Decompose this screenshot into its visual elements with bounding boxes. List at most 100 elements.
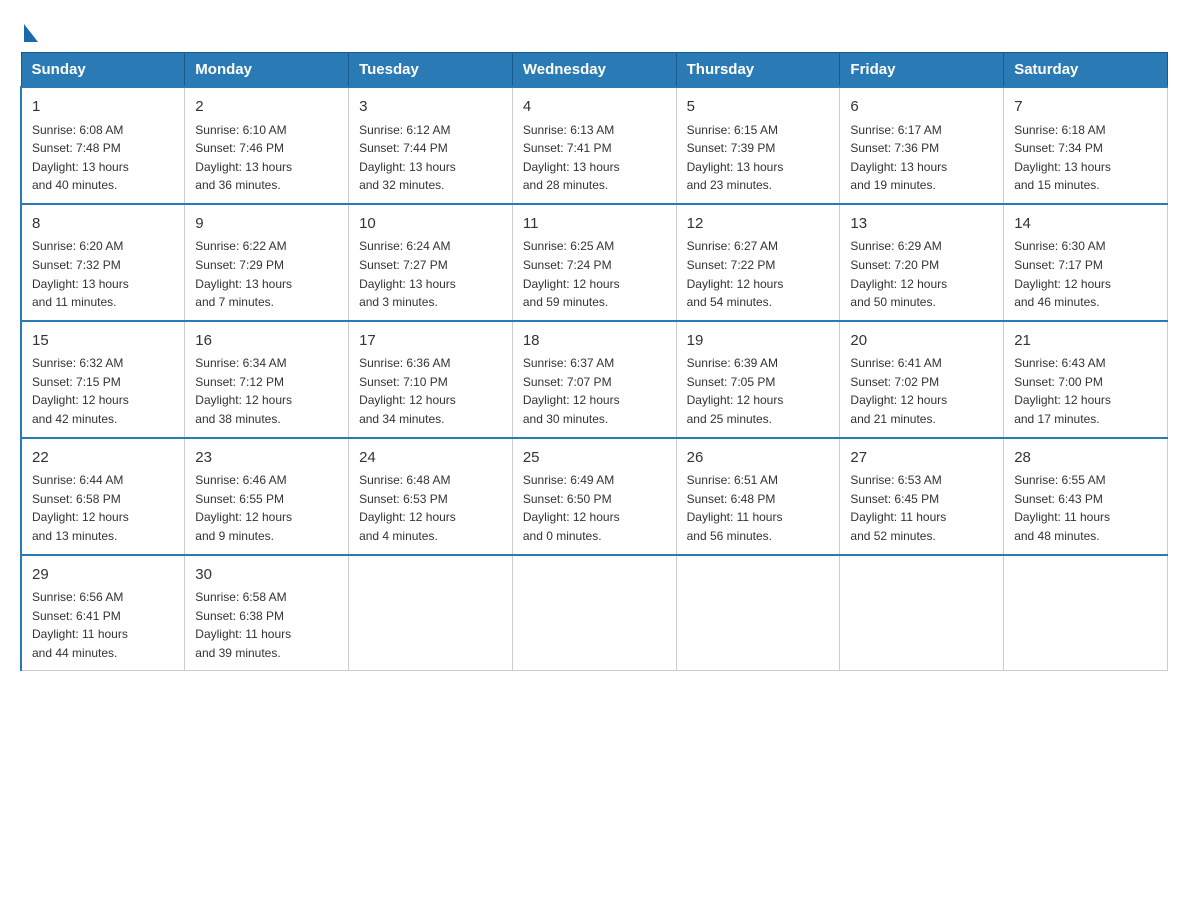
- calendar-week-row: 22 Sunrise: 6:44 AMSunset: 6:58 PMDaylig…: [21, 438, 1168, 555]
- day-number: 14: [1014, 213, 1157, 236]
- calendar-cell: 6 Sunrise: 6:17 AMSunset: 7:36 PMDayligh…: [840, 87, 1004, 204]
- calendar-cell: 23 Sunrise: 6:46 AMSunset: 6:55 PMDaylig…: [185, 438, 349, 555]
- day-number: 28: [1014, 447, 1157, 470]
- day-number: 15: [32, 330, 174, 353]
- calendar-cell: 22 Sunrise: 6:44 AMSunset: 6:58 PMDaylig…: [21, 438, 185, 555]
- day-info: Sunrise: 6:58 AMSunset: 6:38 PMDaylight:…: [195, 588, 338, 662]
- day-info: Sunrise: 6:13 AMSunset: 7:41 PMDaylight:…: [523, 121, 666, 195]
- calendar-cell: 24 Sunrise: 6:48 AMSunset: 6:53 PMDaylig…: [349, 438, 513, 555]
- day-info: Sunrise: 6:29 AMSunset: 7:20 PMDaylight:…: [850, 237, 993, 311]
- day-info: Sunrise: 6:48 AMSunset: 6:53 PMDaylight:…: [359, 471, 502, 545]
- calendar-cell: 20 Sunrise: 6:41 AMSunset: 7:02 PMDaylig…: [840, 321, 1004, 438]
- day-info: Sunrise: 6:12 AMSunset: 7:44 PMDaylight:…: [359, 121, 502, 195]
- day-number: 6: [850, 96, 993, 119]
- calendar-table: Sunday Monday Tuesday Wednesday Thursday…: [20, 52, 1168, 671]
- day-number: 24: [359, 447, 502, 470]
- day-number: 20: [850, 330, 993, 353]
- calendar-cell: [840, 555, 1004, 671]
- day-number: 23: [195, 447, 338, 470]
- calendar-cell: [676, 555, 840, 671]
- page-header: [20, 20, 1168, 42]
- day-info: Sunrise: 6:56 AMSunset: 6:41 PMDaylight:…: [32, 588, 174, 662]
- calendar-week-row: 8 Sunrise: 6:20 AMSunset: 7:32 PMDayligh…: [21, 204, 1168, 321]
- day-info: Sunrise: 6:51 AMSunset: 6:48 PMDaylight:…: [687, 471, 830, 545]
- col-saturday: Saturday: [1004, 53, 1168, 88]
- day-info: Sunrise: 6:43 AMSunset: 7:00 PMDaylight:…: [1014, 354, 1157, 428]
- calendar-cell: 3 Sunrise: 6:12 AMSunset: 7:44 PMDayligh…: [349, 87, 513, 204]
- day-number: 22: [32, 447, 174, 470]
- day-number: 19: [687, 330, 830, 353]
- day-number: 11: [523, 213, 666, 236]
- calendar-week-row: 29 Sunrise: 6:56 AMSunset: 6:41 PMDaylig…: [21, 555, 1168, 671]
- col-friday: Friday: [840, 53, 1004, 88]
- calendar-cell: 16 Sunrise: 6:34 AMSunset: 7:12 PMDaylig…: [185, 321, 349, 438]
- day-info: Sunrise: 6:25 AMSunset: 7:24 PMDaylight:…: [523, 237, 666, 311]
- calendar-cell: 14 Sunrise: 6:30 AMSunset: 7:17 PMDaylig…: [1004, 204, 1168, 321]
- day-number: 18: [523, 330, 666, 353]
- calendar-cell: 13 Sunrise: 6:29 AMSunset: 7:20 PMDaylig…: [840, 204, 1004, 321]
- day-number: 2: [195, 96, 338, 119]
- day-info: Sunrise: 6:32 AMSunset: 7:15 PMDaylight:…: [32, 354, 174, 428]
- calendar-cell: [512, 555, 676, 671]
- day-info: Sunrise: 6:24 AMSunset: 7:27 PMDaylight:…: [359, 237, 502, 311]
- logo-arrow-icon: [24, 24, 38, 42]
- day-info: Sunrise: 6:20 AMSunset: 7:32 PMDaylight:…: [32, 237, 174, 311]
- day-info: Sunrise: 6:41 AMSunset: 7:02 PMDaylight:…: [850, 354, 993, 428]
- day-info: Sunrise: 6:15 AMSunset: 7:39 PMDaylight:…: [687, 121, 830, 195]
- col-thursday: Thursday: [676, 53, 840, 88]
- day-info: Sunrise: 6:34 AMSunset: 7:12 PMDaylight:…: [195, 354, 338, 428]
- day-info: Sunrise: 6:46 AMSunset: 6:55 PMDaylight:…: [195, 471, 338, 545]
- day-info: Sunrise: 6:53 AMSunset: 6:45 PMDaylight:…: [850, 471, 993, 545]
- day-number: 26: [687, 447, 830, 470]
- calendar-cell: 27 Sunrise: 6:53 AMSunset: 6:45 PMDaylig…: [840, 438, 1004, 555]
- day-number: 12: [687, 213, 830, 236]
- day-number: 3: [359, 96, 502, 119]
- calendar-cell: 21 Sunrise: 6:43 AMSunset: 7:00 PMDaylig…: [1004, 321, 1168, 438]
- calendar-cell: 17 Sunrise: 6:36 AMSunset: 7:10 PMDaylig…: [349, 321, 513, 438]
- calendar-cell: 12 Sunrise: 6:27 AMSunset: 7:22 PMDaylig…: [676, 204, 840, 321]
- day-info: Sunrise: 6:08 AMSunset: 7:48 PMDaylight:…: [32, 121, 174, 195]
- calendar-cell: 28 Sunrise: 6:55 AMSunset: 6:43 PMDaylig…: [1004, 438, 1168, 555]
- calendar-cell: 15 Sunrise: 6:32 AMSunset: 7:15 PMDaylig…: [21, 321, 185, 438]
- calendar-header-row: Sunday Monday Tuesday Wednesday Thursday…: [21, 53, 1168, 88]
- day-number: 5: [687, 96, 830, 119]
- calendar-cell: 8 Sunrise: 6:20 AMSunset: 7:32 PMDayligh…: [21, 204, 185, 321]
- calendar-cell: 4 Sunrise: 6:13 AMSunset: 7:41 PMDayligh…: [512, 87, 676, 204]
- day-number: 10: [359, 213, 502, 236]
- col-sunday: Sunday: [21, 53, 185, 88]
- day-info: Sunrise: 6:18 AMSunset: 7:34 PMDaylight:…: [1014, 121, 1157, 195]
- day-info: Sunrise: 6:10 AMSunset: 7:46 PMDaylight:…: [195, 121, 338, 195]
- calendar-cell: 26 Sunrise: 6:51 AMSunset: 6:48 PMDaylig…: [676, 438, 840, 555]
- day-info: Sunrise: 6:30 AMSunset: 7:17 PMDaylight:…: [1014, 237, 1157, 311]
- calendar-cell: 11 Sunrise: 6:25 AMSunset: 7:24 PMDaylig…: [512, 204, 676, 321]
- day-number: 17: [359, 330, 502, 353]
- day-number: 1: [32, 96, 174, 119]
- day-info: Sunrise: 6:49 AMSunset: 6:50 PMDaylight:…: [523, 471, 666, 545]
- day-number: 8: [32, 213, 174, 236]
- logo: [20, 20, 38, 42]
- col-tuesday: Tuesday: [349, 53, 513, 88]
- day-info: Sunrise: 6:17 AMSunset: 7:36 PMDaylight:…: [850, 121, 993, 195]
- day-number: 13: [850, 213, 993, 236]
- day-info: Sunrise: 6:36 AMSunset: 7:10 PMDaylight:…: [359, 354, 502, 428]
- day-number: 29: [32, 564, 174, 587]
- calendar-cell: [1004, 555, 1168, 671]
- day-number: 27: [850, 447, 993, 470]
- col-monday: Monday: [185, 53, 349, 88]
- calendar-cell: 9 Sunrise: 6:22 AMSunset: 7:29 PMDayligh…: [185, 204, 349, 321]
- calendar-cell: 7 Sunrise: 6:18 AMSunset: 7:34 PMDayligh…: [1004, 87, 1168, 204]
- day-number: 9: [195, 213, 338, 236]
- calendar-cell: 19 Sunrise: 6:39 AMSunset: 7:05 PMDaylig…: [676, 321, 840, 438]
- day-info: Sunrise: 6:27 AMSunset: 7:22 PMDaylight:…: [687, 237, 830, 311]
- calendar-cell: 5 Sunrise: 6:15 AMSunset: 7:39 PMDayligh…: [676, 87, 840, 204]
- calendar-cell: 25 Sunrise: 6:49 AMSunset: 6:50 PMDaylig…: [512, 438, 676, 555]
- calendar-cell: 1 Sunrise: 6:08 AMSunset: 7:48 PMDayligh…: [21, 87, 185, 204]
- calendar-cell: 30 Sunrise: 6:58 AMSunset: 6:38 PMDaylig…: [185, 555, 349, 671]
- day-number: 21: [1014, 330, 1157, 353]
- calendar-cell: 29 Sunrise: 6:56 AMSunset: 6:41 PMDaylig…: [21, 555, 185, 671]
- day-info: Sunrise: 6:44 AMSunset: 6:58 PMDaylight:…: [32, 471, 174, 545]
- calendar-cell: 10 Sunrise: 6:24 AMSunset: 7:27 PMDaylig…: [349, 204, 513, 321]
- calendar-cell: 2 Sunrise: 6:10 AMSunset: 7:46 PMDayligh…: [185, 87, 349, 204]
- calendar-cell: 18 Sunrise: 6:37 AMSunset: 7:07 PMDaylig…: [512, 321, 676, 438]
- day-info: Sunrise: 6:37 AMSunset: 7:07 PMDaylight:…: [523, 354, 666, 428]
